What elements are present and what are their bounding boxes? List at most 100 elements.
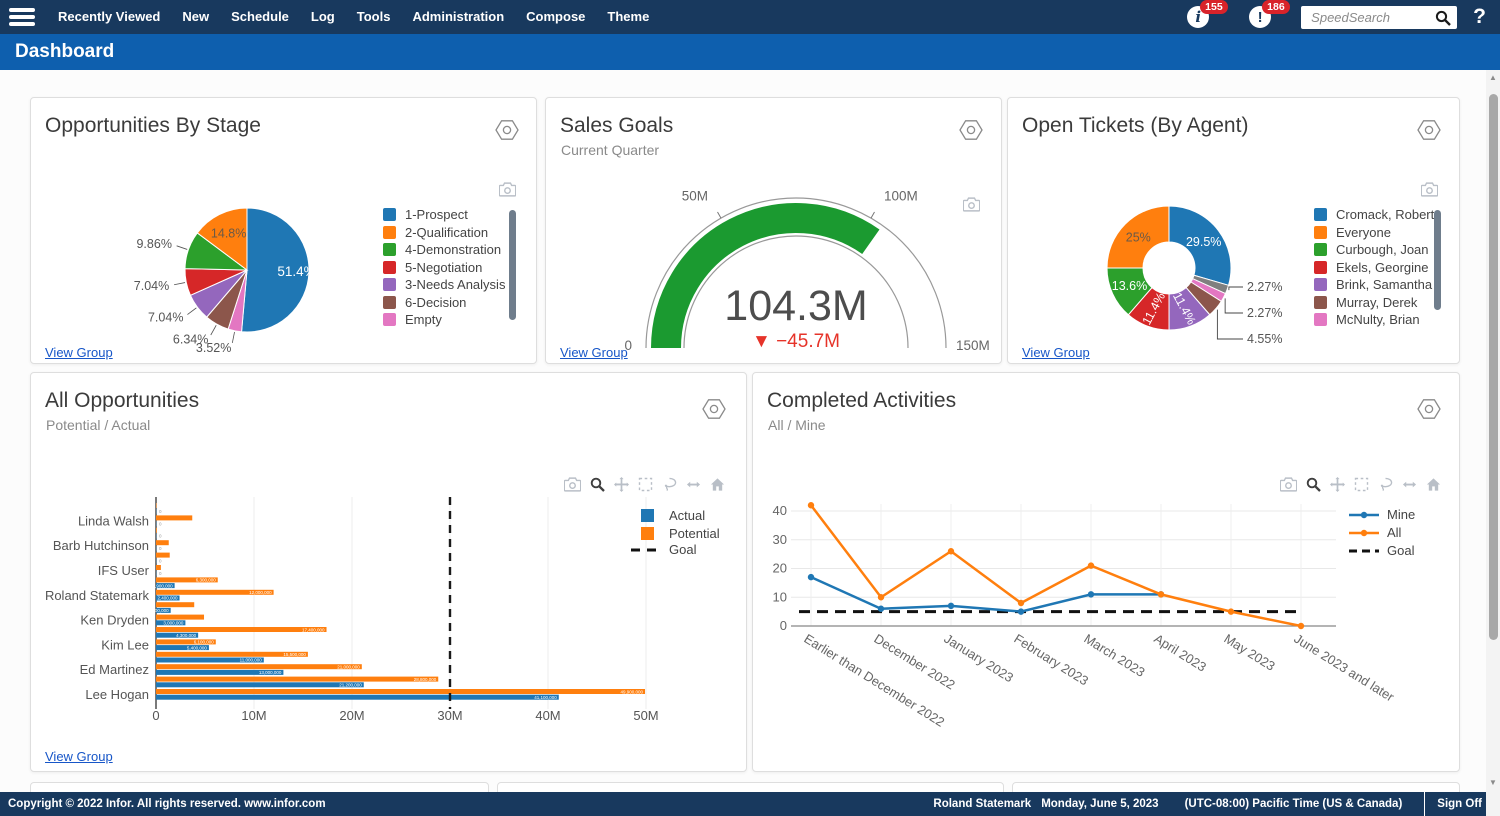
box-icon[interactable] (638, 477, 653, 492)
legend-item-ekels-georgine[interactable]: Ekels, Georgine (1314, 261, 1434, 274)
status-bar: Copyright © 2022 Infor. All rights reser… (0, 792, 1500, 816)
scroll-down-arrow-icon[interactable]: ▼ (1486, 778, 1500, 787)
legend-item-everyone[interactable]: Everyone (1314, 226, 1434, 239)
camera-icon[interactable] (1280, 477, 1297, 492)
zoom-icon[interactable] (590, 477, 605, 492)
widget-settings-button[interactable] (494, 117, 520, 143)
legend-item-6-decision[interactable]: 6-Decision (383, 296, 509, 309)
svg-text:40: 40 (773, 503, 787, 518)
menu-item-theme[interactable]: Theme (596, 0, 660, 34)
menu-item-compose[interactable]: Compose (515, 0, 596, 34)
timezone-text: (UTC-08:00) Pacific Time (US & Canada) (1185, 798, 1403, 810)
legend-item-2-qualification[interactable]: 2-Qualification (383, 226, 509, 239)
chart-toolbar (1280, 477, 1441, 492)
widget-settings-button[interactable] (701, 396, 727, 422)
svg-text:50M: 50M (682, 189, 708, 204)
hamburger-menu-icon[interactable] (9, 8, 35, 26)
zoom-icon[interactable] (1306, 477, 1321, 492)
svg-text:Actual: Actual (669, 508, 705, 523)
box-icon[interactable] (1354, 477, 1369, 492)
legend-swatch (1314, 208, 1327, 221)
svg-text:Barb Hutchinson: Barb Hutchinson (53, 538, 149, 553)
camera-icon[interactable] (499, 182, 516, 197)
menu-item-schedule[interactable]: Schedule (220, 0, 300, 34)
legend-scrollbar[interactable] (509, 210, 516, 320)
scroll-up-arrow-icon[interactable]: ▲ (1486, 73, 1500, 82)
hex-icon (701, 410, 727, 425)
svg-text:Roland Statemark: Roland Statemark (45, 588, 150, 603)
legend-swatch (1314, 278, 1327, 291)
legend-label: Curbough, Joan (1336, 242, 1429, 257)
svg-text:Earlier than December 2022: Earlier than December 2022 (801, 631, 947, 730)
legend-item-cromack-robert[interactable]: Cromack, Robert (1314, 208, 1434, 221)
menu-item-administration[interactable]: Administration (401, 0, 515, 34)
legend-label: Ekels, Georgine (1336, 260, 1429, 275)
autoscale-icon[interactable] (686, 477, 701, 492)
view-group-link[interactable]: View Group (1022, 345, 1090, 360)
legend-item-1-prospect[interactable]: 1-Prospect (383, 208, 509, 221)
search-icon[interactable] (1435, 13, 1451, 30)
autoscale-icon[interactable] (1402, 477, 1417, 492)
completed-activities-line-chart: 010203040Earlier than December 2022Decem… (753, 373, 1459, 771)
legend-item-murray-derek[interactable]: Murray, Derek (1314, 296, 1434, 309)
home-icon[interactable] (710, 477, 725, 492)
widget-title: All Opportunities (45, 389, 199, 413)
menu-item-recently-viewed[interactable]: Recently Viewed (47, 0, 171, 34)
chart-toolbar (564, 477, 725, 492)
legend-scrollbar[interactable] (1434, 210, 1441, 310)
widget-card-partial (1012, 782, 1460, 792)
lasso-icon[interactable] (662, 477, 677, 492)
menu-item-tools[interactable]: Tools (346, 0, 402, 34)
info-icon[interactable]: i 155 (1187, 6, 1209, 28)
menu-item-new[interactable]: New (171, 0, 220, 34)
sign-off-button[interactable]: Sign Off (1437, 798, 1482, 810)
svg-text:12,000,000: 12,000,000 (249, 590, 272, 595)
widget-settings-button[interactable] (1416, 117, 1442, 143)
speedsearch-box (1301, 6, 1457, 29)
legend-swatch (383, 313, 396, 326)
legend-item-brink-samantha[interactable]: Brink, Samantha (1314, 278, 1434, 291)
legend-label: 3-Needs Analysis (405, 277, 505, 292)
svg-text:13,000,000: 13,000,000 (259, 670, 282, 675)
legend-item-4-demonstration[interactable]: 4-Demonstration (383, 243, 509, 256)
legend-label: 2-Qualification (405, 225, 488, 240)
svg-text:0: 0 (159, 546, 162, 551)
camera-icon[interactable] (564, 477, 581, 492)
camera-icon[interactable] (1421, 182, 1438, 197)
legend-item-empty[interactable]: Empty (383, 313, 509, 326)
svg-text:Lee Hogan: Lee Hogan (85, 687, 149, 702)
view-group-link[interactable]: View Group (45, 749, 113, 764)
nav-right: i 155 ! 186 ? (1187, 0, 1490, 34)
svg-text:June 2023 and later: June 2023 and later (1291, 631, 1397, 705)
pan-icon[interactable] (614, 477, 629, 492)
help-icon[interactable]: ? (1469, 5, 1490, 29)
home-icon[interactable] (1426, 477, 1441, 492)
widget-settings-button[interactable] (958, 117, 984, 143)
legend-item-5-negotiation[interactable]: 5-Negotiation (383, 261, 509, 274)
camera-icon (963, 199, 980, 216)
view-group-link[interactable]: View Group (560, 345, 628, 360)
widget-subtitle: Potential / Actual (46, 417, 150, 433)
svg-text:Linda Walsh: Linda Walsh (78, 513, 149, 528)
legend-label: Cromack, Robert (1336, 208, 1434, 222)
legend-item-3-needs-analysis[interactable]: 3-Needs Analysis (383, 278, 509, 291)
menu-item-log[interactable]: Log (300, 0, 346, 34)
page-scrollbar[interactable]: ▲ ▼ (1486, 70, 1500, 816)
camera-icon[interactable] (963, 197, 980, 212)
scrollbar-thumb[interactable] (1489, 94, 1498, 640)
legend-swatch (383, 296, 396, 309)
svg-text:0: 0 (780, 618, 787, 633)
alert-icon[interactable]: ! 186 (1249, 6, 1271, 28)
legend-swatch (1314, 226, 1327, 239)
legend-swatch (383, 226, 396, 239)
legend-item-mcnulty-brian[interactable]: McNulty, Brian (1314, 313, 1434, 326)
legend-item-curbough-joan[interactable]: Curbough, Joan (1314, 243, 1434, 256)
svg-text:Mine: Mine (1387, 507, 1415, 522)
widget-settings-button[interactable] (1416, 396, 1442, 422)
search-icon[interactable] (1435, 10, 1451, 31)
speedsearch-input[interactable] (1301, 6, 1457, 29)
view-group-link[interactable]: View Group (45, 345, 113, 360)
pan-icon[interactable] (1330, 477, 1345, 492)
lasso-icon[interactable] (1378, 477, 1393, 492)
legend-label: Murray, Derek (1336, 295, 1417, 310)
